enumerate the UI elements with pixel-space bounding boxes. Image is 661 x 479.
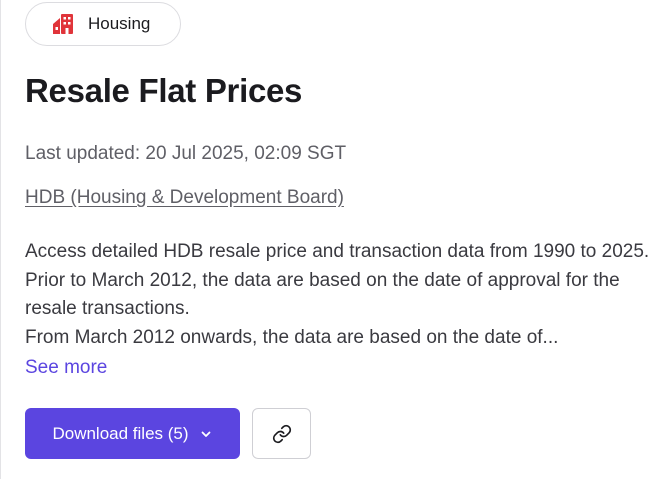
chevron-down-icon <box>199 427 213 441</box>
see-more-link[interactable]: See more <box>25 357 107 379</box>
dataset-card: Housing Resale Flat Prices Last updated:… <box>0 0 661 479</box>
category-tag-label: Housing <box>88 14 151 33</box>
copy-link-button[interactable] <box>252 408 311 459</box>
description-paragraph-1: Access detailed HDB resale price and tra… <box>25 241 650 319</box>
page-title: Resale Flat Prices <box>25 72 303 109</box>
agency-link[interactable]: HDB (Housing & Development Board) <box>25 187 344 209</box>
category-tag[interactable]: Housing <box>25 2 181 46</box>
description-paragraph-2: From March 2012 onwards, the data are ba… <box>25 326 559 348</box>
download-files-label: Download files (5) <box>52 423 189 443</box>
last-updated-text: Last updated: 20 Jul 2025, 02:09 SGT <box>25 143 347 164</box>
link-icon <box>272 424 292 444</box>
download-files-button[interactable]: Download files (5) <box>25 408 240 459</box>
dataset-description: Access detailed HDB resale price and tra… <box>25 238 655 352</box>
building-icon <box>52 13 74 35</box>
